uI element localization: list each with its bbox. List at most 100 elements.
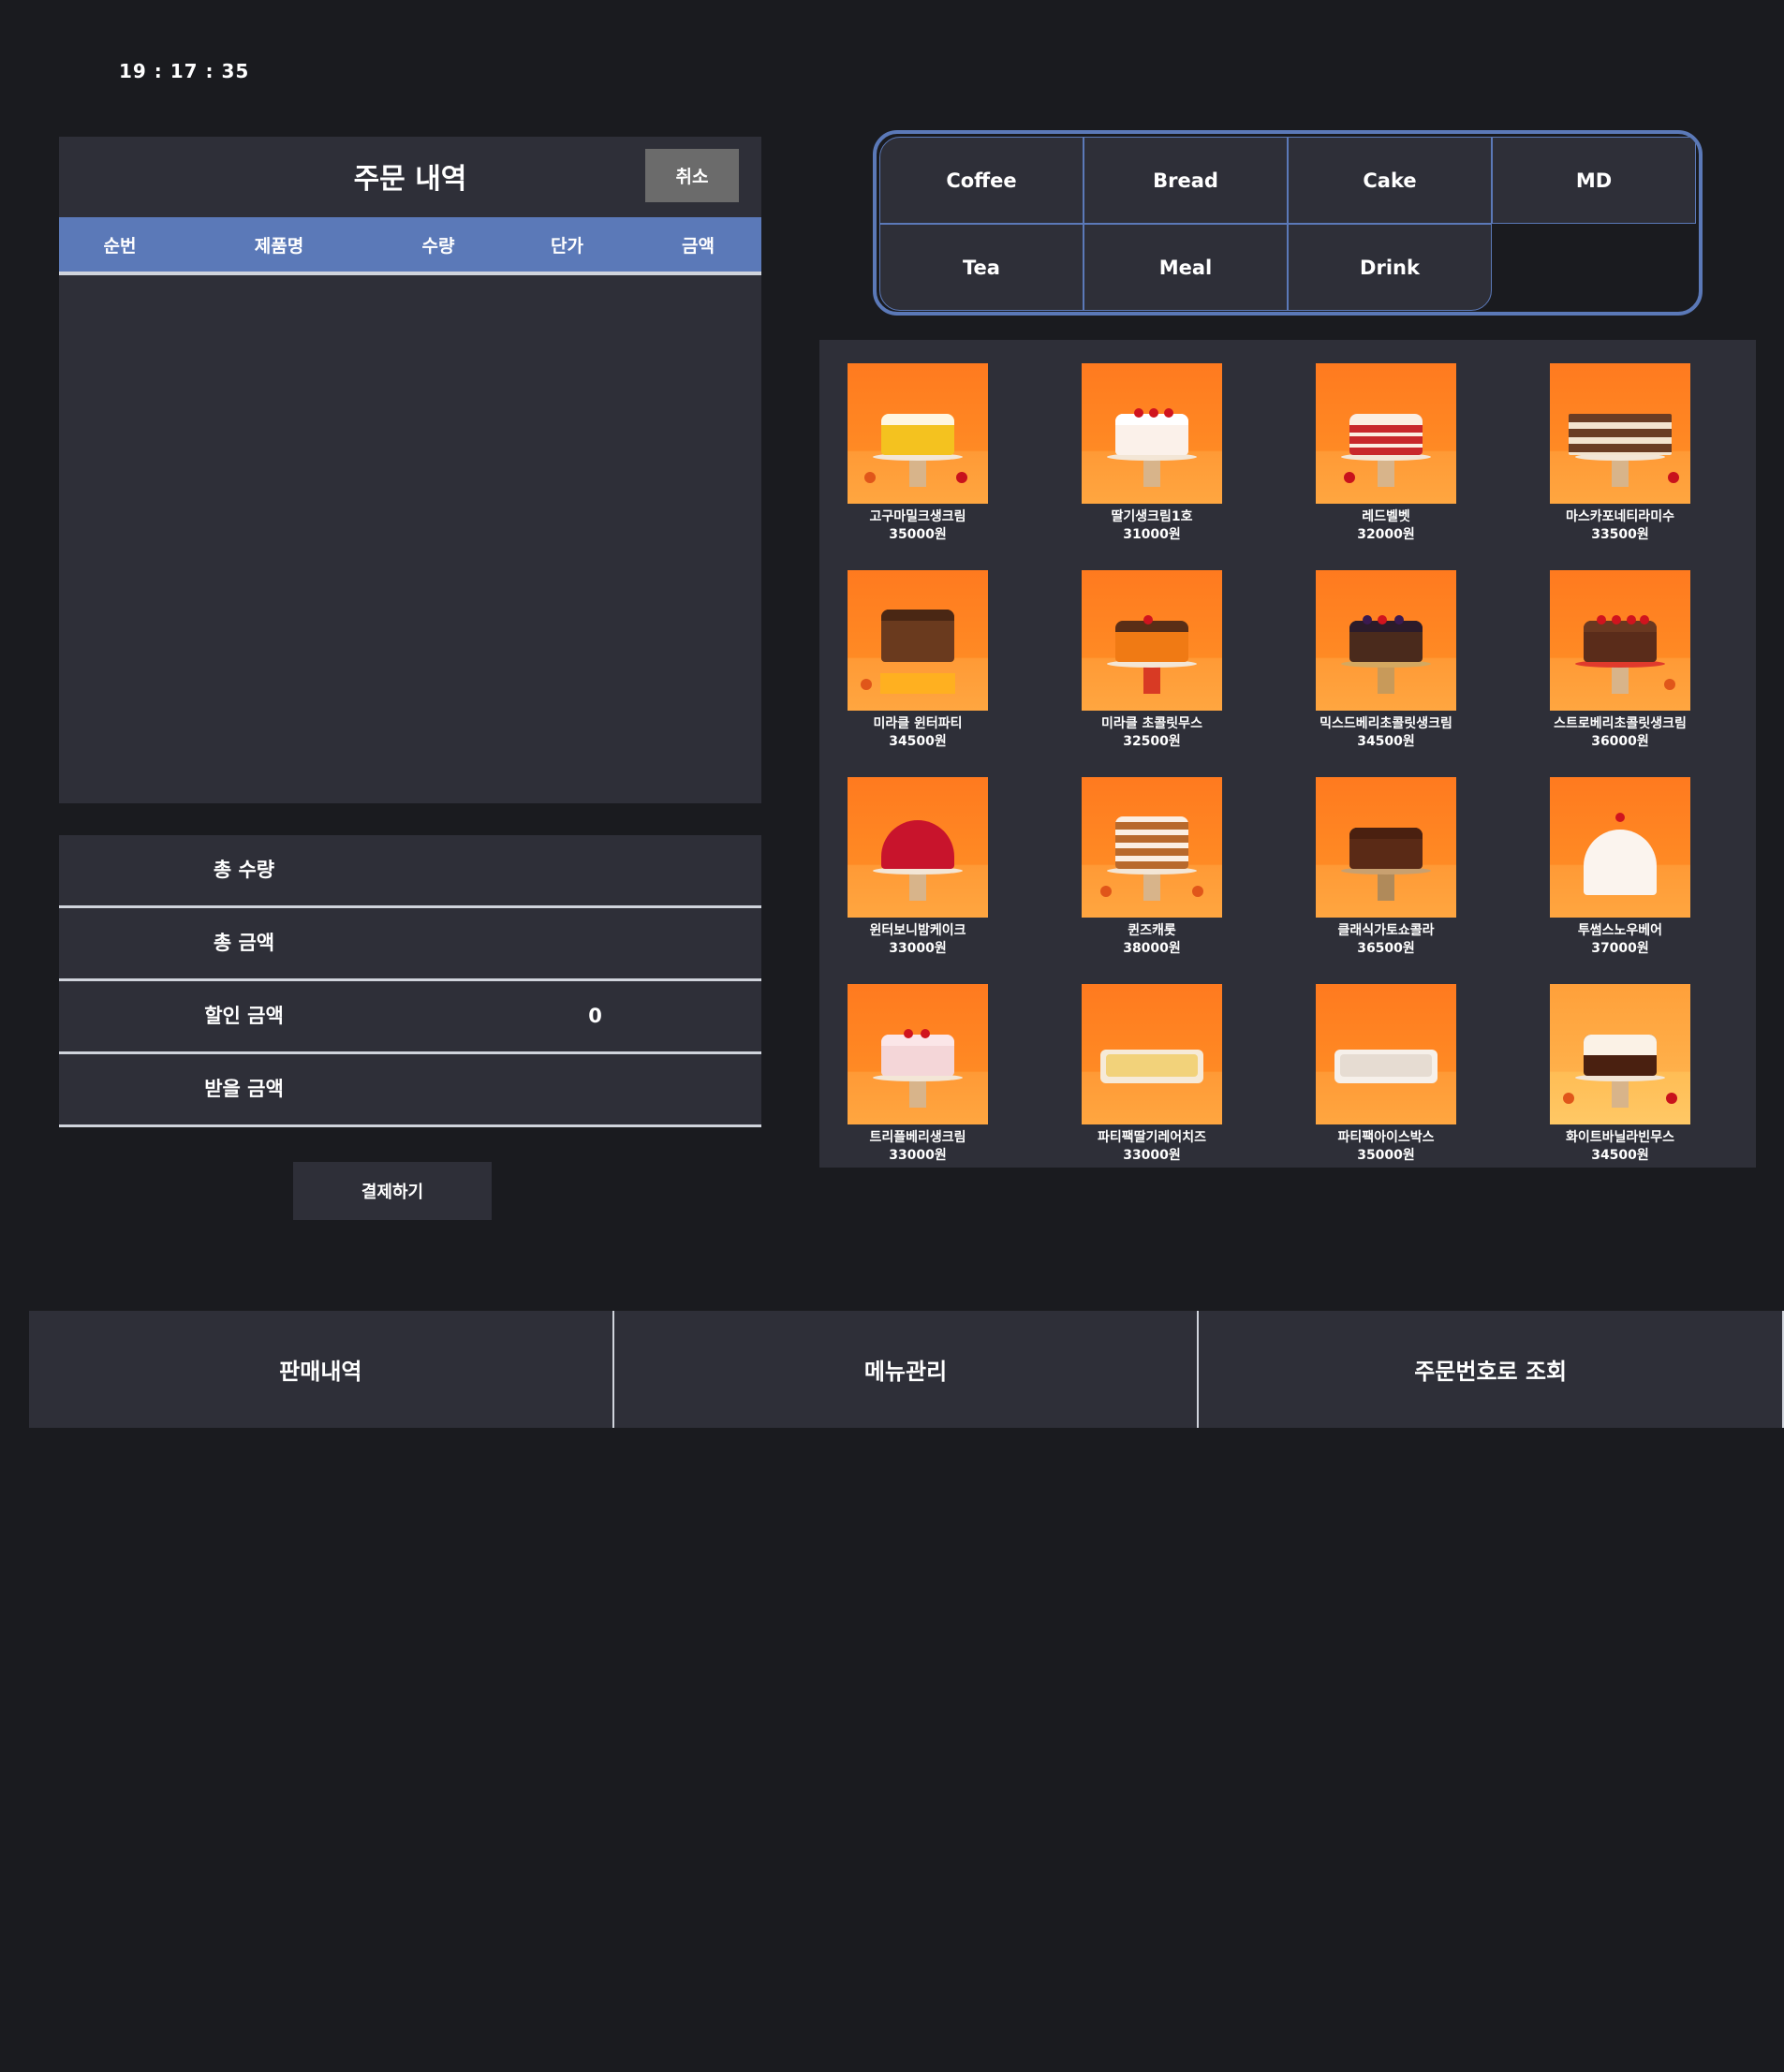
tab-tea[interactable]: Tea [879,224,1084,311]
product-price: 34500원 [1591,1148,1649,1163]
product-price: 38000원 [1123,941,1181,956]
total-amount-row: 총 금액 [59,908,761,981]
product-name: 고구마밀크생크림 [869,509,966,524]
product-name: 스트로베리초콜릿생크림 [1554,716,1687,731]
discount-row: 할인 금액 0 [59,981,761,1054]
category-tabs: Coffee Bread Cake MD Tea Meal Drink [873,130,1703,316]
tab-coffee[interactable]: Coffee [879,137,1084,224]
product-grid: 고구마밀크생크림 35000원 딸기생크림1호 31000원 레드벨벳 3200… [848,363,1690,1191]
product-image [1316,777,1456,918]
product-name: 믹스드베리초콜릿생크림 [1320,716,1452,731]
product-image [1550,363,1690,504]
order-panel: 주문 내역 취소 순번 제품명 수량 단가 금액 [59,137,761,803]
product-name: 파티팩아이스박스 [1337,1130,1435,1145]
product-price: 31000원 [1123,527,1181,542]
product-image [1082,777,1222,918]
cancel-button[interactable]: 취소 [645,149,739,202]
product-price: 35000원 [1357,1148,1415,1163]
product-card[interactable]: 마스카포네티라미수 33500원 [1550,363,1690,570]
product-image [848,570,988,711]
product-price: 33000원 [889,941,947,956]
product-name: 투썸스노우베어 [1577,923,1663,938]
total-amount-label: 총 금액 [213,932,275,954]
sales-history-button[interactable]: 판매내역 [29,1311,614,1428]
product-image [1316,363,1456,504]
receive-row: 받을 금액 [59,1054,761,1127]
discount-value: 0 [588,1005,602,1027]
product-card[interactable]: 클래식가토쇼콜라 36500원 [1316,777,1456,984]
product-price: 33000원 [1123,1148,1181,1163]
col-product-name: 제품명 [254,235,304,257]
product-card[interactable]: 파티팩아이스박스 35000원 [1316,984,1456,1191]
discount-label: 할인 금액 [204,1005,284,1027]
product-price: 32000원 [1357,527,1415,542]
product-card[interactable]: 트리플베리생크림 33000원 [848,984,988,1191]
product-image [1550,570,1690,711]
product-image [1316,984,1456,1124]
product-card[interactable]: 딸기생크림1호 31000원 [1082,363,1222,570]
col-amount: 금액 [682,235,715,257]
tab-cake[interactable]: Cake [1288,137,1492,224]
col-index: 순번 [103,235,137,257]
product-card[interactable]: 스트로베리초콜릿생크림 36000원 [1550,570,1690,777]
product-name: 파티팩딸기레어치즈 [1098,1130,1206,1145]
menu-management-button[interactable]: 메뉴관리 [613,1311,1200,1428]
product-price: 36000원 [1591,734,1649,749]
product-name: 미라클 윈터파티 [873,716,963,731]
product-grid-panel: 고구마밀크생크림 35000원 딸기생크림1호 31000원 레드벨벳 3200… [819,340,1756,1168]
product-name: 마스카포네티라미수 [1566,509,1674,524]
tab-md[interactable]: MD [1492,137,1696,224]
total-qty-label: 총 수량 [213,859,275,881]
clock: 19 : 17 : 35 [119,60,250,82]
product-name: 미라클 초콜릿무스 [1101,716,1202,731]
col-unit-price: 단가 [551,235,583,257]
col-quantity: 수량 [421,235,455,257]
product-card[interactable]: 레드벨벳 32000원 [1316,363,1456,570]
product-image [1550,777,1690,918]
product-price: 36500원 [1357,941,1415,956]
product-card[interactable]: 미라클 초콜릿무스 32500원 [1082,570,1222,777]
product-name: 클래식가토쇼콜라 [1337,923,1435,938]
product-card[interactable]: 퀸즈캐롯 38000원 [1082,777,1222,984]
product-price: 33500원 [1591,527,1649,542]
bottom-nav: 판매내역 메뉴관리 주문번호로 조회 [29,1311,1784,1428]
product-image [1550,984,1690,1124]
product-name: 트리플베리생크림 [869,1130,966,1145]
total-qty-row: 총 수량 [59,835,761,908]
product-image [848,984,988,1124]
order-header: 주문 내역 취소 [59,137,761,217]
pay-button[interactable]: 결제하기 [293,1162,492,1220]
product-price: 34500원 [889,734,947,749]
product-price: 34500원 [1357,734,1415,749]
product-name: 딸기생크림1호 [1111,509,1193,524]
product-price: 35000원 [889,527,947,542]
product-card[interactable]: 투썸스노우베어 37000원 [1550,777,1690,984]
product-card[interactable]: 파티팩딸기레어치즈 33000원 [1082,984,1222,1191]
tab-bread[interactable]: Bread [1084,137,1288,224]
order-table-header: 순번 제품명 수량 단가 금액 [59,217,761,275]
product-name: 윈터보니밤케이크 [869,923,966,938]
product-image [848,363,988,504]
product-image [1316,570,1456,711]
product-card[interactable]: 고구마밀크생크림 35000원 [848,363,988,570]
product-image [1082,363,1222,504]
product-price: 37000원 [1591,941,1649,956]
product-card[interactable]: 믹스드베리초콜릿생크림 34500원 [1316,570,1456,777]
product-card[interactable]: 화이트바닐라빈무스 34500원 [1550,984,1690,1191]
product-image [1082,984,1222,1124]
order-list[interactable] [59,275,761,800]
product-price: 32500원 [1123,734,1181,749]
tab-drink[interactable]: Drink [1288,224,1492,311]
tab-meal[interactable]: Meal [1084,224,1288,311]
product-name: 레드벨벳 [1362,509,1410,524]
order-number-lookup-button[interactable]: 주문번호로 조회 [1199,1311,1784,1428]
product-card[interactable]: 윈터보니밤케이크 33000원 [848,777,988,984]
product-image [848,777,988,918]
product-name: 화이트바닐라빈무스 [1566,1130,1674,1145]
product-name: 퀸즈캐롯 [1128,923,1176,938]
order-summary: 총 수량 총 금액 할인 금액 0 받을 금액 [59,835,761,1127]
product-image [1082,570,1222,711]
product-card[interactable]: 미라클 윈터파티 34500원 [848,570,988,777]
product-price: 33000원 [889,1148,947,1163]
receive-label: 받을 금액 [204,1078,284,1100]
